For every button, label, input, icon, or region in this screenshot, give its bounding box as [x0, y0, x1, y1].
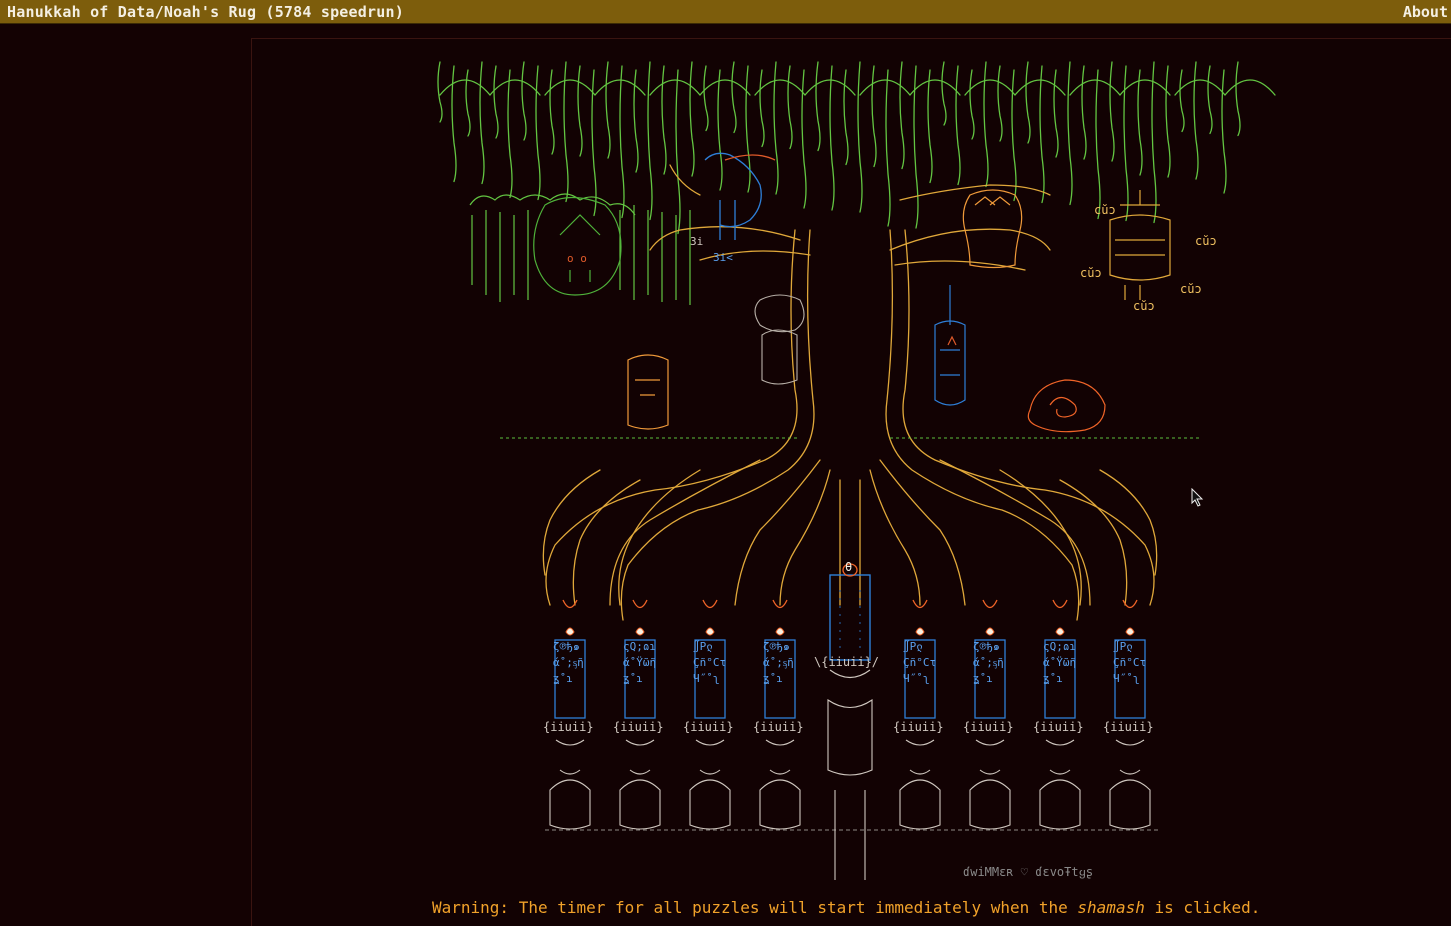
warning-suffix: is clicked.	[1144, 898, 1261, 917]
shamash-flame: θ	[845, 560, 852, 574]
about-link[interactable]: About	[1403, 3, 1448, 21]
warning-emphasis: shamash	[1077, 898, 1145, 917]
art-panel	[251, 38, 1451, 926]
shamash-base-label: \{iiuii}/	[814, 655, 879, 669]
title-bar: Hanukkah of Data/Noah's Rug (5784 speedr…	[0, 0, 1451, 24]
warning-prefix: Warning: The timer for all puzzles will …	[432, 898, 1078, 917]
timer-warning: Warning: The timer for all puzzles will …	[432, 898, 1260, 917]
page-title: Hanukkah of Data/Noah's Rug (5784 speedr…	[7, 3, 404, 21]
mouse-cursor-icon	[1191, 488, 1204, 507]
